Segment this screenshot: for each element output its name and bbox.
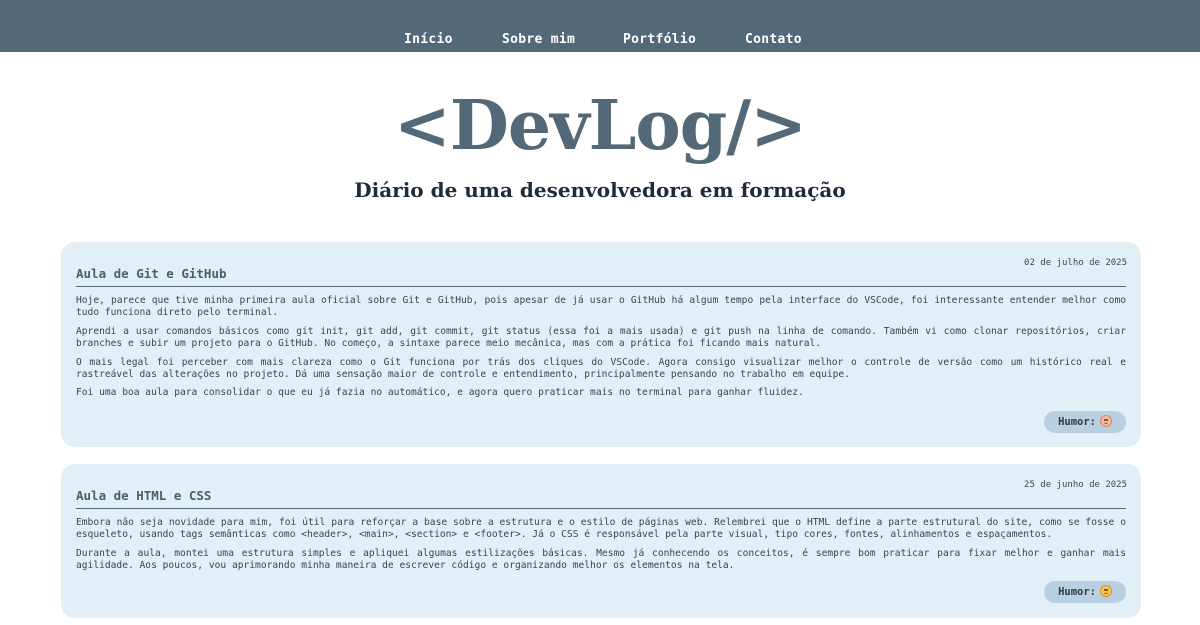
post-paragraph: Durante a aula, montei uma estrutura sim… — [76, 547, 1126, 572]
post-card: 02 de julho de 2025 Aula de Git e GitHub… — [61, 242, 1141, 447]
happy-face-icon — [1100, 585, 1112, 597]
nav-links: Início Sobre mim Portfólio Contato — [0, 31, 1200, 49]
mood-label: Humor: — [1058, 586, 1096, 598]
post-title: Aula de Git e GitHub — [76, 266, 1126, 287]
site-logo: <DevLog/> — [393, 86, 807, 166]
post-paragraph: Hoje, parece que tive minha primeira aul… — [76, 295, 1126, 319]
smiling-face-icon — [1100, 415, 1112, 427]
post-paragraph: O mais legal foi perceber com mais clare… — [76, 356, 1126, 381]
post-paragraph: Aprendi a usar comandos básicos como git… — [76, 325, 1126, 350]
mood-badge: Humor: — [1044, 581, 1126, 603]
mood-label: Humor: — [1058, 416, 1096, 428]
post-card: 25 de junho de 2025 Aula de HTML e CSS E… — [61, 464, 1141, 618]
mood-badge: Humor: — [1044, 411, 1126, 433]
post-title: Aula de HTML e CSS — [76, 488, 1126, 509]
nav-link-inicio[interactable]: Início — [404, 31, 453, 49]
nav-link-contato[interactable]: Contato — [745, 31, 802, 49]
post-paragraph: Embora não seja novidade para mim, foi ú… — [76, 517, 1126, 541]
post-body: Hoje, parece que tive minha primeira aul… — [76, 295, 1126, 406]
site-subtitle: Diário de uma desenvolvedora em formação — [354, 178, 846, 202]
top-nav: Início Sobre mim Portfólio Contato — [0, 0, 1200, 52]
post-body: Embora não seja novidade para mim, foi ú… — [76, 517, 1126, 579]
post-paragraph: Foi uma boa aula para consolidar o que e… — [76, 387, 804, 399]
nav-link-portfolio[interactable]: Portfólio — [623, 31, 696, 49]
nav-link-sobre-mim[interactable]: Sobre mim — [502, 31, 575, 49]
